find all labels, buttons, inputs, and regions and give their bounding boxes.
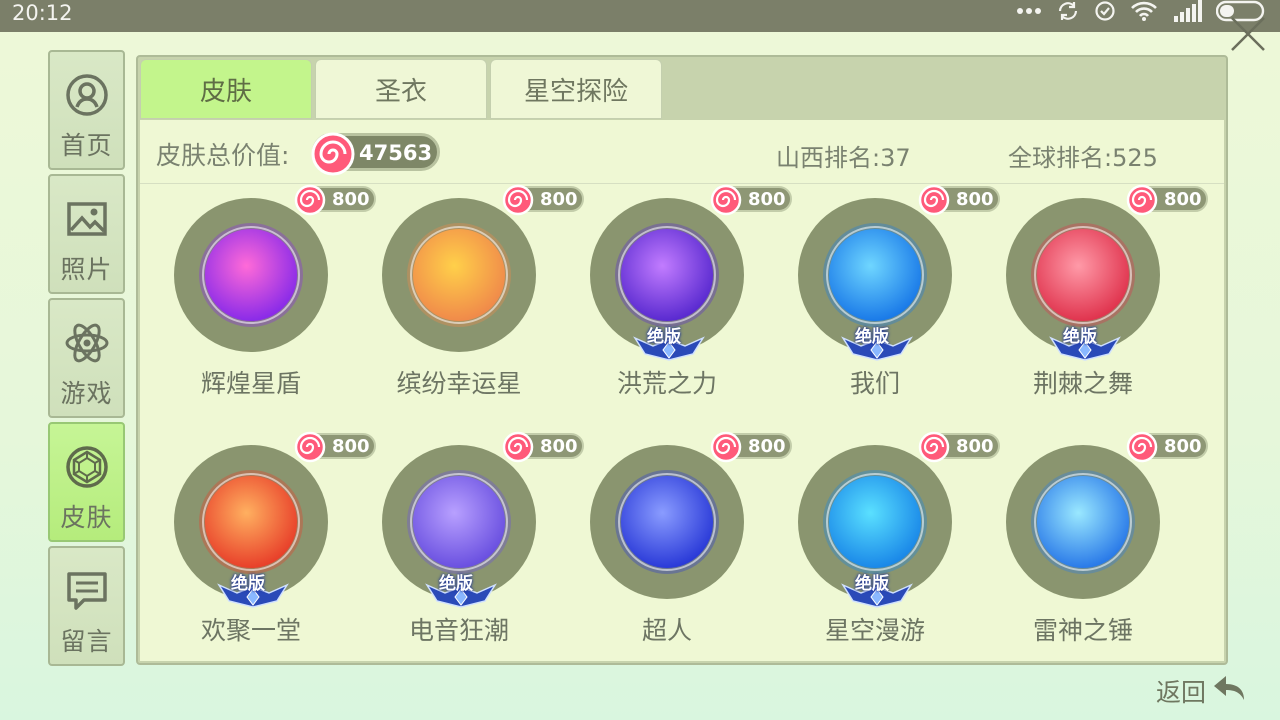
skin-item[interactable]: 800 辉煌星盾 bbox=[140, 184, 376, 414]
skin-name: 星空漫游 bbox=[824, 616, 925, 645]
skin-name: 电音狂潮 bbox=[408, 616, 509, 645]
tab-armor[interactable]: 圣衣 bbox=[315, 59, 487, 119]
candy-coin-icon bbox=[311, 132, 355, 176]
skin-name: 荆棘之舞 bbox=[1032, 369, 1133, 398]
sidebar-item-photos[interactable]: 照片 bbox=[48, 174, 125, 294]
skin-name: 洪荒之力 bbox=[616, 369, 717, 398]
status-time: 20:12 bbox=[12, 1, 73, 25]
skin-item[interactable]: 800 雷神之锤 bbox=[972, 411, 1208, 661]
skin-name: 我们 bbox=[849, 369, 900, 398]
candy-coin-icon bbox=[918, 184, 950, 216]
gem-circle-icon bbox=[65, 446, 108, 488]
candy-coin-icon bbox=[294, 431, 326, 463]
sidebar-item-label: 游戏 bbox=[60, 379, 113, 408]
skin-orb-icon bbox=[199, 223, 303, 327]
skin-item[interactable]: 800 绝版 星空漫游 bbox=[764, 411, 1000, 661]
skin-name: 欢聚一堂 bbox=[200, 616, 301, 645]
limited-edition-badge: 绝版 bbox=[841, 322, 913, 362]
photo-icon bbox=[66, 202, 107, 236]
tab-skins[interactable]: 皮肤 bbox=[140, 59, 312, 119]
candy-coin-icon bbox=[294, 184, 326, 216]
wifi-icon bbox=[1131, 1, 1157, 21]
skin-grid: 800 辉煌星盾 800 缤纷幸运星 800 绝版 洪荒之力 800 绝版 我们 800 绝版 荆棘之舞… bbox=[140, 184, 1224, 661]
message-icon bbox=[66, 572, 107, 610]
sidebar-item-label: 首页 bbox=[60, 131, 113, 160]
skin-name: 缤纷幸运星 bbox=[396, 369, 522, 398]
main-panel: 皮肤 圣衣 星空探险 皮肤总价值: 47563 山西排名:37 全球排名:525… bbox=[136, 55, 1228, 665]
undo-arrow-icon bbox=[1214, 676, 1244, 700]
status-bar: 20:12 bbox=[0, 0, 1280, 32]
total-value: 47563 bbox=[359, 141, 433, 165]
total-value-label: 皮肤总价值: bbox=[156, 141, 290, 170]
badge-label: 绝版 bbox=[647, 327, 681, 347]
skins-content: 皮肤总价值: 47563 山西排名:37 全球排名:525 800 辉煌星盾 800… bbox=[140, 120, 1224, 661]
sync-icon bbox=[1058, 2, 1078, 20]
candy-coin-icon bbox=[710, 431, 742, 463]
limited-edition-badge: 绝版 bbox=[217, 569, 289, 609]
candy-coin-icon bbox=[918, 431, 950, 463]
limited-edition-badge: 绝版 bbox=[425, 569, 497, 609]
skin-item[interactable]: 800 绝版 欢聚一堂 bbox=[140, 411, 376, 661]
atom-icon bbox=[65, 323, 108, 363]
close-icon[interactable] bbox=[1228, 16, 1268, 52]
more-dots-icon bbox=[1017, 8, 1041, 14]
signal-icon bbox=[1174, 0, 1202, 22]
limited-edition-badge: 绝版 bbox=[1049, 322, 1121, 362]
badge-label: 绝版 bbox=[855, 327, 889, 347]
badge-label: 绝版 bbox=[1063, 327, 1097, 347]
skin-item[interactable]: 800 绝版 电音狂潮 bbox=[348, 411, 584, 661]
skin-item[interactable]: 800 超人 bbox=[556, 411, 792, 661]
skin-item[interactable]: 800 缤纷幸运星 bbox=[348, 184, 584, 414]
price-tag: 800 bbox=[1126, 184, 1208, 216]
province-rank: 山西排名:37 bbox=[776, 144, 911, 172]
skin-orb-icon bbox=[1031, 470, 1135, 574]
tab-star-adventure[interactable]: 星空探险 bbox=[490, 59, 662, 119]
back-label: 返回 bbox=[1156, 678, 1207, 707]
limited-edition-badge: 绝版 bbox=[633, 322, 705, 362]
summary-bar: 皮肤总价值: 47563 山西排名:37 全球排名:525 bbox=[140, 120, 1224, 184]
badge-label: 绝版 bbox=[231, 574, 265, 594]
skin-name: 辉煌星盾 bbox=[200, 369, 301, 398]
candy-coin-icon bbox=[1126, 431, 1158, 463]
skin-orb-icon bbox=[407, 223, 511, 327]
skin-item[interactable]: 800 绝版 我们 bbox=[764, 184, 1000, 414]
skin-item[interactable]: 800 绝版荆棘之舞 bbox=[972, 184, 1208, 414]
alarm-check-icon bbox=[1095, 1, 1115, 21]
candy-coin-icon bbox=[710, 184, 742, 216]
user-circle-icon bbox=[65, 74, 108, 116]
sidebar-item-label: 皮肤 bbox=[60, 503, 113, 532]
sidebar-item-skins[interactable]: 皮肤 bbox=[48, 422, 125, 542]
sidebar-item-home[interactable]: 首页 bbox=[48, 50, 125, 170]
global-rank: 全球排名:525 bbox=[1008, 144, 1158, 172]
skin-orb-icon bbox=[615, 470, 719, 574]
candy-coin-icon bbox=[1126, 184, 1158, 216]
candy-coin-icon bbox=[502, 184, 534, 216]
price-value: 800 bbox=[1164, 436, 1202, 457]
skin-item[interactable]: 800 绝版 洪荒之力 bbox=[556, 184, 792, 414]
badge-label: 绝版 bbox=[439, 574, 473, 594]
skin-name: 雷神之锤 bbox=[1032, 616, 1133, 645]
price-value: 800 bbox=[1164, 189, 1202, 210]
skin-name: 超人 bbox=[641, 616, 692, 645]
back-button[interactable]: 返回 bbox=[1156, 672, 1252, 708]
sidebar-item-label: 照片 bbox=[60, 255, 113, 284]
total-value-pill: 47563 bbox=[311, 132, 440, 176]
candy-coin-icon bbox=[502, 431, 534, 463]
tab-bar: 皮肤 圣衣 星空探险 bbox=[140, 59, 662, 119]
sidebar-item-messages[interactable]: 留言 bbox=[48, 546, 125, 666]
price-tag: 800 bbox=[1126, 431, 1208, 463]
limited-edition-badge: 绝版 bbox=[841, 569, 913, 609]
sidebar-item-games[interactable]: 游戏 bbox=[48, 298, 125, 418]
sidebar-item-label: 留言 bbox=[60, 627, 113, 656]
badge-label: 绝版 bbox=[855, 574, 889, 594]
